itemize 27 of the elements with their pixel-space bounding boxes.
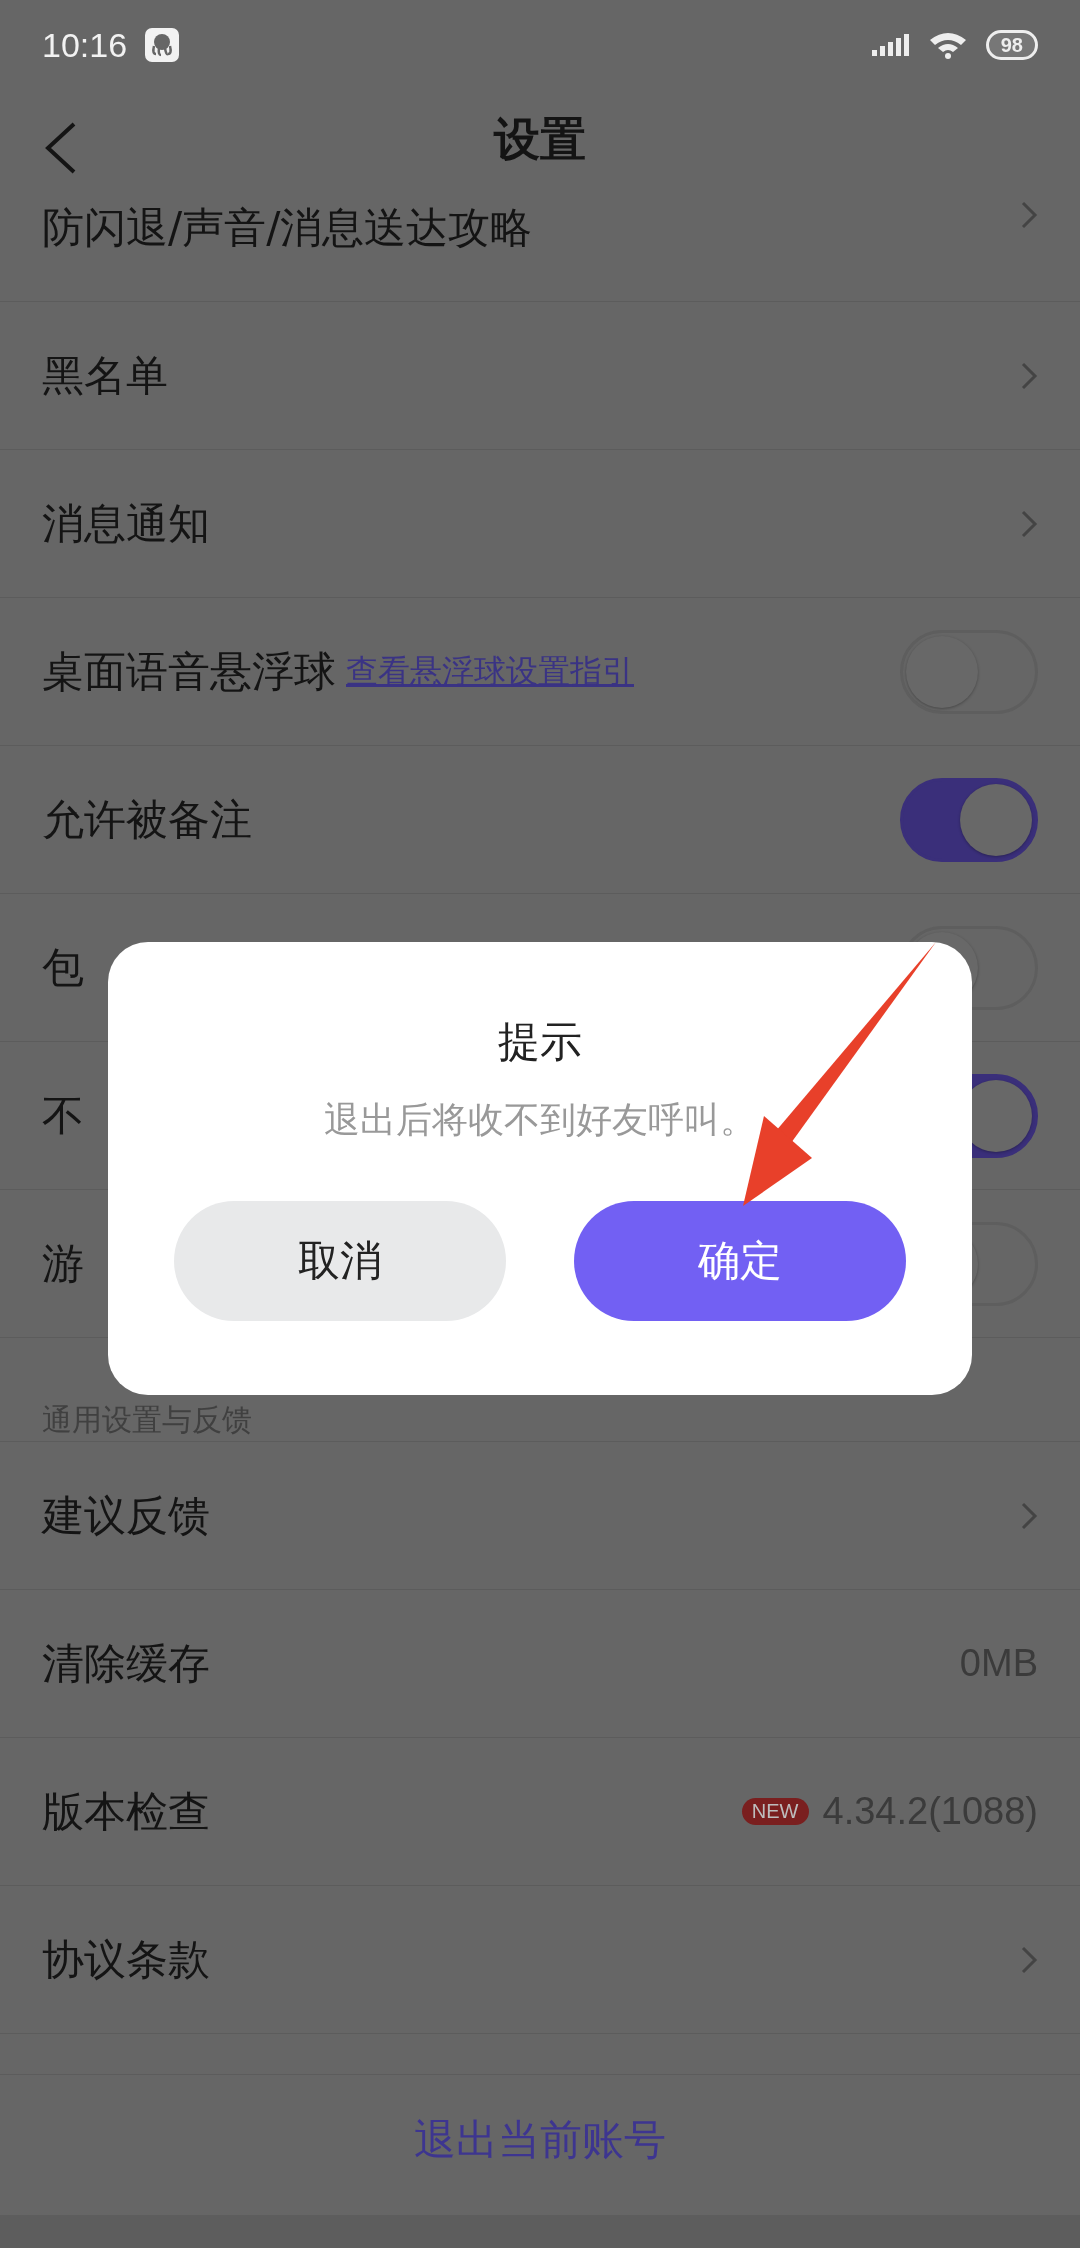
setting-label: 防闪退/声音/消息送达攻略 [42, 202, 533, 254]
chevron-right-icon [1020, 200, 1038, 230]
setting-label: 协议条款 [42, 1933, 210, 1986]
setting-label: 消息通知 [42, 497, 210, 550]
new-badge: NEW [741, 1798, 809, 1825]
setting-label: 桌面语音悬浮球 [42, 645, 336, 698]
signal-icon [869, 32, 910, 58]
page-title: 设置 [494, 111, 586, 168]
dialog-title: 提示 [498, 1016, 582, 1068]
setting-label: 游 [42, 1237, 84, 1290]
chevron-right-icon [1020, 1944, 1038, 1975]
status-time: 10:16 [42, 25, 128, 65]
setting-label: 黑名单 [42, 349, 168, 402]
chevron-right-icon [1020, 1500, 1038, 1531]
chevron-right-icon [1020, 360, 1038, 391]
setting-label: 不 [42, 1089, 84, 1142]
setting-label: 包 [42, 941, 84, 994]
chevron-right-icon [1020, 508, 1038, 539]
dialog-message: 退出后将收不到好友呼叫。 [324, 1098, 756, 1142]
octopus-app-icon [145, 28, 180, 62]
setting-label: 版本检查 [42, 1785, 210, 1838]
setting-label: 建议反馈 [42, 1489, 210, 1542]
cancel-button[interactable]: 取消 [174, 1201, 506, 1321]
battery-level: 98 [985, 30, 1038, 60]
setting-label: 允许被备注 [42, 793, 252, 846]
confirm-button[interactable]: 确定 [574, 1201, 906, 1321]
setting-label: 清除缓存 [42, 1637, 210, 1690]
